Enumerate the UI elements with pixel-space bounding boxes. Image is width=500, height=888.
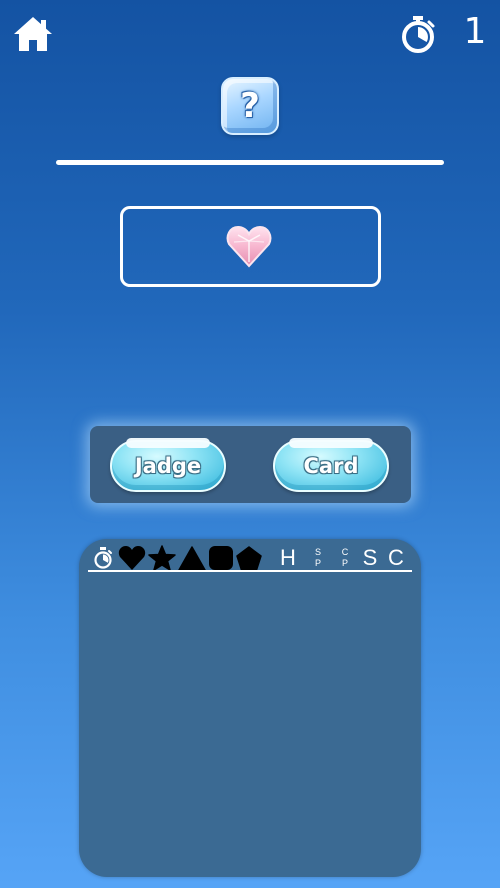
stopwatch-icon xyxy=(398,14,438,54)
home-icon xyxy=(14,17,52,51)
judge-button-label: Jadge xyxy=(134,454,202,478)
column-c-label: C xyxy=(388,545,404,570)
divider-line xyxy=(56,160,444,165)
column-sp-top: S xyxy=(314,547,321,557)
column-cp-bottom: P xyxy=(341,558,348,568)
pink-heart-gem-icon xyxy=(226,224,272,268)
column-sp-bottom: P xyxy=(314,558,321,568)
heart-icon xyxy=(118,546,146,570)
triangle-icon xyxy=(178,546,206,571)
stopwatch-icon xyxy=(94,547,112,569)
column-cp-label: C P xyxy=(339,547,351,569)
timer-value: 1 xyxy=(463,11,487,52)
card-button-label: Card xyxy=(303,454,359,478)
judge-button[interactable]: Jadge xyxy=(110,438,226,492)
question-cube: ? xyxy=(221,77,279,135)
column-sp-label: S P xyxy=(312,547,324,569)
column-cp-top: C xyxy=(341,547,349,557)
pentagon-icon xyxy=(236,546,262,571)
question-mark: ? xyxy=(240,86,260,126)
history-board[interactable] xyxy=(79,539,421,877)
card-button[interactable]: Card xyxy=(273,438,389,492)
history-header-divider xyxy=(88,570,412,572)
rounded-square-icon xyxy=(209,546,233,570)
home-button[interactable] xyxy=(12,14,54,54)
star-icon xyxy=(148,545,176,571)
column-s-label: S xyxy=(362,545,378,570)
history-header: H S P C P S C xyxy=(92,544,412,572)
column-h-label: H xyxy=(280,545,296,570)
